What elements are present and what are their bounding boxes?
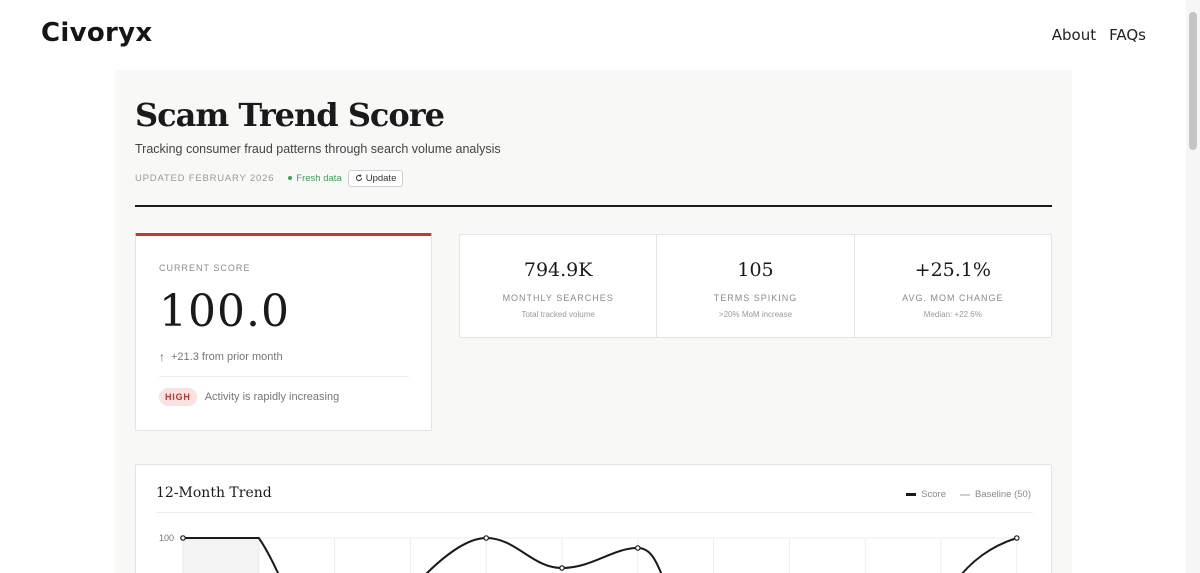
stat-label: MONTHLY SEARCHES [502, 293, 614, 303]
legend-label-score: Score [921, 489, 947, 500]
score-data-point [634, 545, 641, 551]
page-subtitle: Tracking consumer fraud patterns through… [135, 142, 501, 156]
score-data-point [1013, 535, 1020, 541]
score-divider [159, 376, 409, 377]
y-tick-label: 100 [159, 533, 174, 543]
level-description: Activity is rapidly increasing [204, 391, 340, 403]
trend-divider [156, 512, 1033, 513]
stat-note: >20% MoM increase [718, 310, 793, 319]
stat-label: AVG. MOM CHANGE [902, 293, 1004, 303]
legend-item-baseline: Baseline (50) [960, 489, 1031, 500]
score-value: 100.0 [159, 286, 290, 337]
stat-label: TERMS SPIKING [713, 293, 798, 303]
stat-terms-spiking: 105 TERMS SPIKING >20% MoM increase [656, 235, 853, 337]
plot-shading [183, 538, 259, 573]
trend-title: 12-Month Trend [156, 485, 272, 501]
vertical-scrollbar[interactable] [1186, 0, 1200, 573]
updated-date: UPDATED FEBRUARY 2026 [135, 172, 275, 184]
main-panel: Scam Trend Score Tracking consumer fraud… [115, 70, 1072, 573]
header-divider [135, 205, 1052, 207]
stat-value: 105 [737, 259, 774, 281]
score-data-point [483, 535, 490, 541]
fresh-data-indicator: Fresh data [288, 172, 342, 184]
current-score-card: CURRENT SCORE 100.0 ↑ +21.3 from prior m… [135, 233, 432, 431]
stat-note: Total tracked volume [521, 310, 595, 319]
legend-label-baseline: Baseline (50) [975, 489, 1031, 500]
score-change: ↑ +21.3 from prior month [159, 350, 283, 364]
fresh-data-label: Fresh data [296, 172, 342, 184]
level-badge: HIGH [159, 388, 197, 406]
legend-item-score: Score [906, 489, 946, 500]
stat-monthly-searches: 794.9K MONTHLY SEARCHES Total tracked vo… [460, 235, 656, 337]
stat-value: +25.1% [914, 259, 991, 281]
logo[interactable]: Civoryx [41, 18, 152, 48]
stat-value: 794.9K [523, 259, 593, 281]
legend-swatch-baseline [960, 493, 971, 496]
stat-note: Median: +22.6% [923, 310, 982, 319]
chart-legend: Score Baseline (50) [906, 489, 1031, 500]
update-button-label: Update [365, 172, 397, 184]
trend-chart: 100 [159, 533, 1020, 573]
scrollbar-thumb[interactable] [1189, 12, 1197, 150]
top-navigation: Civoryx About FAQs [0, 0, 1186, 70]
score-label: CURRENT SCORE [159, 263, 251, 273]
arrow-up-icon: ↑ [159, 350, 165, 364]
score-data-point [180, 535, 186, 541]
page-title: Scam Trend Score [135, 96, 445, 134]
score-level-row: HIGH Activity is rapidly increasing [159, 388, 339, 406]
update-meta: UPDATED FEBRUARY 2026 Fresh data Update [135, 169, 404, 187]
score-data-point [559, 565, 565, 571]
stat-avg-mom-change: +25.1% AVG. MOM CHANGE Median: +22.6% [853, 235, 1051, 337]
update-button[interactable]: Update [347, 169, 404, 187]
trend-card: 12-Month Trend Score Baseline (50) 100 [135, 464, 1052, 573]
nav-link-faqs[interactable]: FAQs [1109, 26, 1146, 44]
score-series-line [183, 536, 1018, 573]
stats-card: 794.9K MONTHLY SEARCHES Total tracked vo… [459, 234, 1052, 338]
score-change-text: +21.3 from prior month [171, 351, 283, 363]
refresh-icon [355, 174, 362, 181]
nav-link-about[interactable]: About [1052, 26, 1096, 44]
status-dot-icon [288, 176, 293, 180]
nav-links: About FAQs [1052, 26, 1146, 44]
legend-swatch-score [906, 493, 917, 496]
